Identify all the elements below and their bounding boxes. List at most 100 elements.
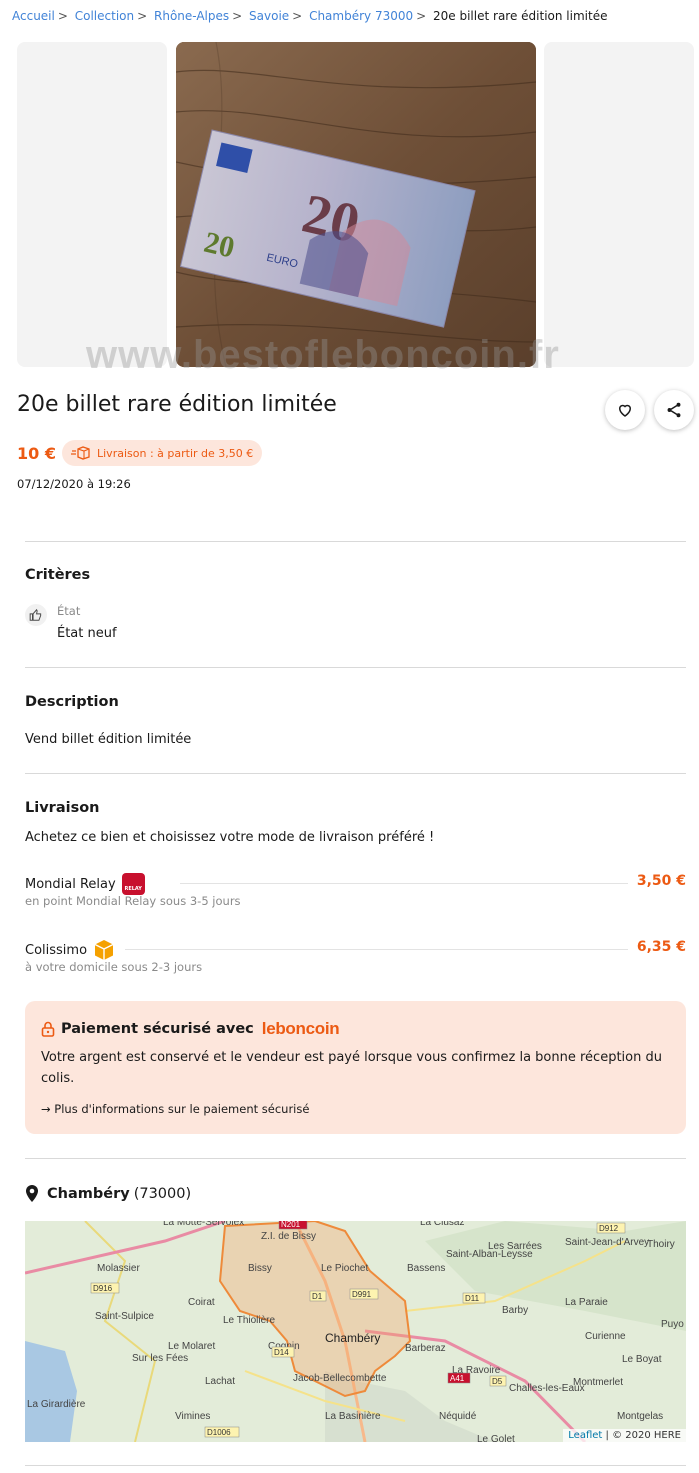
shipping-option-detail: en point Mondial Relay sous 3-5 jours [25, 894, 241, 908]
leboncoin-logo: leboncoin [261, 1019, 340, 1038]
map-place-label: Molassier [97, 1263, 140, 1274]
criteria-heading: Critères [25, 567, 91, 583]
banknote-photo: 20 20 EURO [176, 42, 536, 367]
map-place-label: Jacob-Bellecombette [293, 1373, 387, 1384]
gallery-prev-image[interactable] [17, 42, 167, 367]
share-icon [667, 402, 681, 418]
map-place-label: La Basinière [325, 1411, 381, 1422]
description-heading: Description [25, 694, 119, 710]
delivery-intro: Achetez ce bien et choisissez votre mode… [25, 830, 435, 845]
breadcrumb-link-city[interactable]: Chambéry 73000 [309, 9, 413, 23]
map-place-label: La Girardière [27, 1399, 86, 1410]
shipping-badge-text: Livraison : à partir de 3,50 € [97, 446, 254, 460]
map-place-label: Barby [502, 1305, 528, 1316]
map-labels: La Motte-Servolex La ClusazLes Sarrées Sai… [27, 1221, 684, 1442]
map-road-shield: D916 [90, 1282, 120, 1294]
map-place-label: Coirat [188, 1297, 215, 1308]
svg-text:A41: A41 [450, 1374, 465, 1383]
map-place-label: Montgelas [617, 1411, 663, 1422]
shipping-option-name: Colissimo [25, 939, 115, 961]
map-place-label: Saint-Sulpice [95, 1311, 154, 1322]
location-map[interactable]: La Motte-Servolex La Clusaz Les Sarrées Sai… [25, 1221, 686, 1442]
listing-price: 10 € [17, 444, 56, 463]
map-place-label: Saint-Alban-Leysse [446, 1249, 533, 1260]
leader-line [125, 949, 628, 950]
svg-text:D1: D1 [312, 1292, 323, 1301]
location: Chambéry (73000) [25, 1185, 191, 1202]
map-place-label: Le Golet [477, 1434, 515, 1442]
map-place-label: Le Boyat [622, 1354, 662, 1365]
map-place-label: Lachat [205, 1376, 235, 1387]
shipping-option-price: 3,50 € [636, 873, 686, 889]
leaflet-link[interactable]: Leaflet [568, 1430, 602, 1441]
mondial-relay-logo: RELAY [121, 873, 145, 895]
breadcrumb-current: 20e billet rare édition limitée [433, 9, 608, 23]
map-place-label: La Clusaz [420, 1221, 464, 1228]
description-text: Vend billet édition limitée [25, 732, 192, 747]
map-road-shield: D1006 [204, 1426, 240, 1438]
breadcrumb-separator: > [57, 9, 68, 23]
breadcrumb-separator: > [416, 9, 427, 23]
svg-text:D1006: D1006 [207, 1428, 231, 1437]
map-place-label: Le Piochet [321, 1263, 368, 1274]
divider [25, 541, 686, 542]
thumbs-up-icon [25, 604, 47, 626]
map-attribution: Leaflet | © 2020 HERE [563, 1429, 686, 1442]
leader-line [180, 883, 628, 884]
map-place-label: Le Molaret [168, 1341, 215, 1352]
location-postcode: (73000) [133, 1185, 192, 1202]
divider [25, 1158, 686, 1159]
map-place-label: Challes-les-Eaux [509, 1383, 585, 1394]
location-pin-icon [26, 1185, 38, 1202]
breadcrumb-separator: > [232, 9, 243, 23]
map-place-label: Chambéry [325, 1331, 380, 1345]
shipping-option-colissimo[interactable]: Colissimo 6,35 € à votre domicile sous 2… [25, 939, 686, 979]
breadcrumb-link-collection[interactable]: Collection [75, 9, 134, 23]
map-place-label: Z.I. de Bissy [261, 1231, 316, 1242]
breadcrumb-link-region[interactable]: Rhône-Alpes [154, 9, 229, 23]
criteria-label: État [57, 604, 81, 618]
divider [25, 773, 686, 774]
shipping-option-detail: à votre domicile sous 2-3 jours [25, 960, 203, 974]
map-road-shield: A41 [447, 1372, 471, 1384]
share-button[interactable] [654, 390, 694, 430]
secure-payment-title-text: Paiement sécurisé avec [61, 1021, 254, 1037]
breadcrumb-separator: > [137, 9, 148, 23]
breadcrumb-link-accueil[interactable]: Accueil [12, 9, 55, 23]
criteria-value: État neuf [57, 626, 117, 641]
secure-payment-title: Paiement sécurisé avec leboncoin [41, 1019, 340, 1039]
map-road-shield: D991 [349, 1288, 379, 1300]
shipping-option-name: Mondial Relay RELAY [25, 873, 145, 895]
secure-payment-info-link[interactable]: → Plus d'informations sur le paiement sé… [41, 1102, 309, 1116]
heart-icon [618, 404, 632, 417]
svg-text:N201: N201 [281, 1221, 301, 1229]
map-road-shield: D1 [309, 1290, 327, 1302]
colissimo-box-icon [94, 940, 114, 960]
here-credit: | © 2020 HERE [605, 1430, 681, 1441]
secure-payment-box: Paiement sécurisé avec leboncoin Votre a… [25, 1001, 686, 1134]
shipping-badge: Livraison : à partir de 3,50 € [62, 440, 263, 466]
divider [25, 1465, 686, 1466]
svg-text:D11: D11 [465, 1294, 480, 1303]
listing-photo[interactable]: 20 20 EURO [176, 42, 536, 367]
map-place-label: Bassens [407, 1263, 445, 1274]
breadcrumb-link-department[interactable]: Savoie [249, 9, 289, 23]
map-place-label: Puyo [661, 1319, 684, 1330]
divider [25, 667, 686, 668]
map-place-label: Thoiry [647, 1239, 675, 1250]
map-place-label: Le Thiolière [223, 1315, 276, 1326]
map-road-shield: D14 [271, 1346, 295, 1358]
breadcrumb-separator: > [292, 9, 303, 23]
breadcrumb: Accueil > Collection > Rhône-Alpes > Savoie… [12, 9, 607, 23]
map-road-shield: D912 [596, 1222, 626, 1234]
svg-text:D912: D912 [599, 1224, 619, 1233]
shipping-option-mondial-relay[interactable]: Mondial Relay RELAY 3,50 € en point Mond… [25, 873, 686, 913]
gallery-next-image[interactable] [544, 42, 694, 367]
svg-text:D14: D14 [274, 1348, 289, 1357]
map-place-label: Curienne [585, 1331, 626, 1342]
map-road-shield: N201 [278, 1221, 308, 1230]
delivery-truck-icon [71, 446, 90, 460]
map-place-label: Bissy [248, 1263, 272, 1274]
listing-title: 20e billet rare édition limitée [17, 392, 337, 417]
favorite-button[interactable] [605, 390, 645, 430]
